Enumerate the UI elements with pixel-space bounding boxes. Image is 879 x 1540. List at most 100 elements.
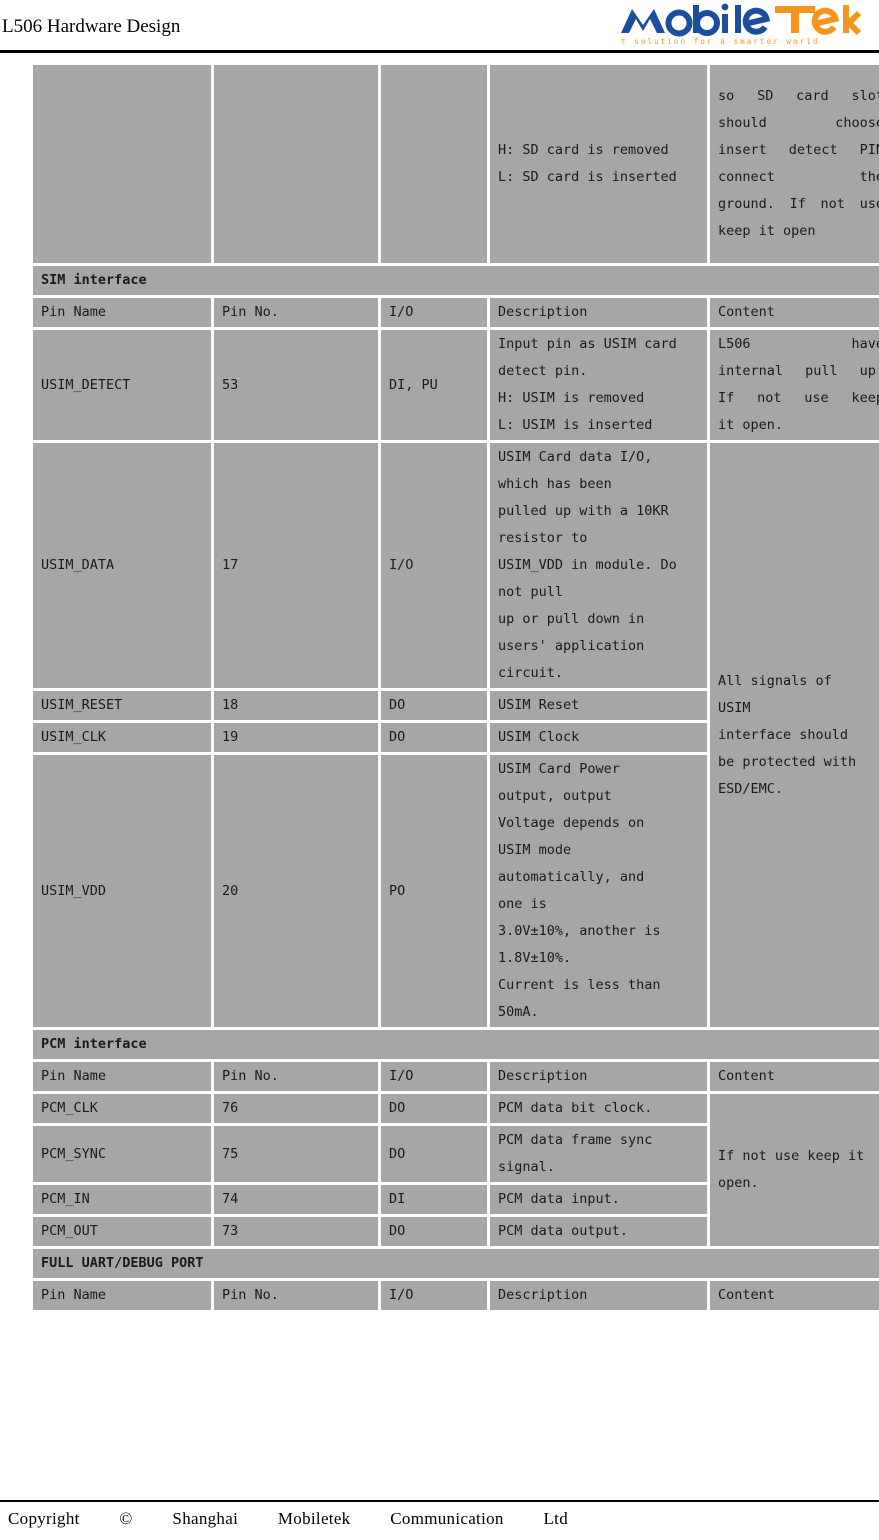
content-line: All signals of [718, 672, 832, 689]
cell-pin-no: 19 [214, 723, 378, 752]
colhead-io: I/O [381, 298, 487, 327]
colhead-content: Content [710, 298, 879, 327]
content-line: internal pull up. [718, 363, 879, 379]
description-line: H: SD card is removed [498, 142, 669, 158]
cell-pin-name: USIM_DETECT [33, 330, 211, 440]
cell-description: USIM Reset [490, 691, 707, 720]
content-line: insert detect PIN [718, 142, 879, 158]
content-line: ground. If not use [718, 196, 879, 212]
cell-io: DO [381, 1126, 487, 1182]
section-header-row: PCM interface [33, 1030, 879, 1059]
colhead-io: I/O [381, 1062, 487, 1091]
description-line: circuit. [498, 665, 564, 681]
description-line: L: SD card is inserted [498, 169, 677, 185]
cell-pin-name: USIM_VDD [33, 755, 211, 1027]
description-line: H: USIM is removed [498, 390, 645, 406]
content-line: connect the [718, 169, 879, 185]
content-line: be protected with [718, 753, 857, 770]
cell-pin-no [214, 65, 378, 263]
mobiletek-logo: Smart solution for a smarter world [619, 3, 861, 48]
description-line: signal. [498, 1159, 555, 1175]
cell-pin-name: PCM_CLK [33, 1094, 211, 1123]
content-line: open. [718, 1175, 759, 1191]
description-line: users' application [498, 638, 645, 654]
content-line: USIM [718, 699, 751, 716]
page-header: L506 Hardware Design Sma [0, 0, 879, 55]
content-line: it open. [718, 417, 784, 433]
pin-table: H: SD card is removed L: SD card is inse… [30, 62, 879, 1313]
description-line: resistor to [498, 530, 588, 546]
cell-content: L506 have internal pull up. If not use k… [710, 330, 879, 440]
cell-io: DI, PU [381, 330, 487, 440]
cell-pin-no: 17 [214, 443, 378, 688]
colhead-pin-no: Pin No. [214, 1281, 378, 1310]
colhead-io: I/O [381, 1281, 487, 1310]
description-line: which has been [498, 476, 612, 492]
cell-pin-no: 53 [214, 330, 378, 440]
header-divider [0, 50, 879, 53]
cell-io: DO [381, 1217, 487, 1246]
footer-divider [0, 1500, 879, 1502]
cell-pin-no: 76 [214, 1094, 378, 1123]
description-line: USIM Card data I/O, [498, 449, 653, 465]
colhead-content: Content [710, 1062, 879, 1091]
cell-pin-name: PCM_SYNC [33, 1126, 211, 1182]
logo-tagline: Smart solution for a smarter world [619, 37, 819, 46]
description-line: 1.8V±10%. [498, 950, 572, 966]
colhead-pin-name: Pin Name [33, 298, 211, 327]
cell-pin-name: USIM_CLK [33, 723, 211, 752]
description-line: PCM data frame sync [498, 1132, 653, 1148]
cell-content-merged-sim: All signals of USIM interface should be … [710, 443, 879, 1027]
colhead-description: Description [490, 298, 707, 327]
description-line: 50mA. [498, 1004, 539, 1020]
cell-io: DO [381, 1094, 487, 1123]
column-header-row: Pin Name Pin No. I/O Description Content [33, 298, 879, 327]
description-line: pulled up with a 10KR [498, 503, 669, 519]
cell-description: PCM data frame sync signal. [490, 1126, 707, 1182]
table-row: USIM_DATA 17 I/O USIM Card data I/O, whi… [33, 443, 879, 1027]
description-line: USIM mode [498, 842, 572, 858]
section-title-pcm: PCM interface [33, 1030, 879, 1059]
cell-pin-no: 20 [214, 755, 378, 1027]
section-header-row: FULL UART/DEBUG PORT [33, 1249, 879, 1278]
cell-io: DO [381, 723, 487, 752]
cell-io [381, 65, 487, 263]
description-line: one is [498, 896, 547, 912]
colhead-pin-name: Pin Name [33, 1062, 211, 1091]
section-title-sim: SIM interface [33, 266, 879, 295]
description-line: 3.0V±10%, another is [498, 923, 661, 939]
description-line: USIM Card Power [498, 761, 620, 777]
description-line: detect pin. [498, 363, 588, 379]
cell-pin-name: PCM_OUT [33, 1217, 211, 1246]
copyright-text: Copyright © Shanghai Mobiletek Communica… [8, 1509, 568, 1528]
cell-content-merged-pcm: If not use keep it open. [710, 1094, 879, 1246]
cell-pin-name: USIM_RESET [33, 691, 211, 720]
cell-description: PCM data output. [490, 1217, 707, 1246]
page-title: L506 Hardware Design [2, 16, 181, 37]
cell-pin-name: PCM_IN [33, 1185, 211, 1214]
description-line: not pull [498, 584, 564, 600]
column-header-row: Pin Name Pin No. I/O Description Content [33, 1281, 879, 1310]
column-header-row: Pin Name Pin No. I/O Description Content [33, 1062, 879, 1091]
cell-pin-name: USIM_DATA [33, 443, 211, 688]
cell-io: DI [381, 1185, 487, 1214]
cell-io: DO [381, 691, 487, 720]
page-footer: Copyright © Shanghai Mobiletek Communica… [0, 1500, 879, 1540]
colhead-pin-no: Pin No. [214, 1062, 378, 1091]
section-header-row: SIM interface [33, 266, 879, 295]
content-line: interface should [718, 726, 849, 743]
cell-description: Input pin as USIM card detect pin. H: US… [490, 330, 707, 440]
colhead-description: Description [490, 1281, 707, 1310]
cell-io: I/O [381, 443, 487, 688]
cell-description: USIM Clock [490, 723, 707, 752]
colhead-description: Description [490, 1062, 707, 1091]
colhead-pin-name: Pin Name [33, 1281, 211, 1310]
description-line: Input pin as USIM card [498, 336, 677, 352]
cell-description: PCM data bit clock. [490, 1094, 707, 1123]
cell-pin-name [33, 65, 211, 263]
cell-description: PCM data input. [490, 1185, 707, 1214]
cell-pin-no: 73 [214, 1217, 378, 1246]
content-line: keep it open [718, 223, 816, 239]
colhead-content: Content [710, 1281, 879, 1310]
description-line: Current is less than [498, 977, 661, 993]
